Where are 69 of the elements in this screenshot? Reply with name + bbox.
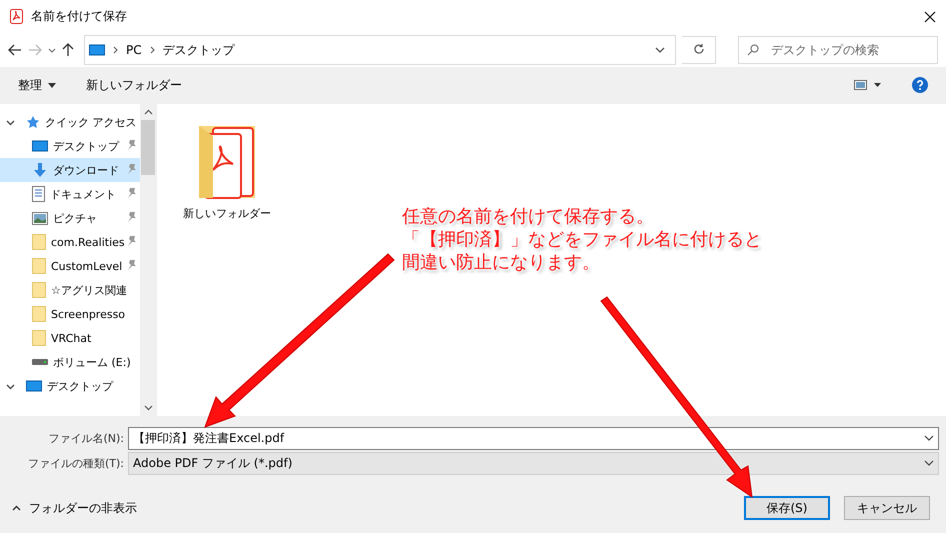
address-bar[interactable]: PC デスクトップ — [84, 35, 676, 65]
pin-icon[interactable] — [126, 139, 137, 151]
monitor-icon — [89, 44, 105, 56]
search-field[interactable]: デスクトップの検索 — [738, 36, 938, 64]
view-options-icon[interactable] — [854, 80, 882, 90]
annotation-text: 「【押印済】」などをファイル名に付けると — [402, 228, 762, 251]
pin-icon[interactable] — [126, 187, 137, 199]
nav-item[interactable]: ボリューム (E:) — [0, 350, 140, 374]
nav-item[interactable]: ダウンロード — [0, 158, 140, 182]
folder-icon — [32, 234, 46, 250]
dropdown-chevron-icon[interactable] — [924, 435, 934, 441]
nav-item[interactable]: Screenpresso — [0, 302, 140, 326]
up-button[interactable] — [62, 43, 74, 57]
refresh-button[interactable] — [682, 36, 716, 64]
organize-menu-button[interactable]: 整理 — [18, 76, 56, 94]
drive-icon — [32, 358, 48, 366]
help-icon[interactable] — [912, 77, 928, 93]
cancel-button[interactable]: キャンセル — [844, 496, 930, 520]
close-icon[interactable] — [924, 10, 936, 22]
nav-item[interactable]: CustomLevel — [0, 254, 140, 278]
folder-icon — [32, 282, 46, 298]
search-icon — [747, 44, 759, 56]
field-label: ファイル名(N): — [47, 430, 124, 446]
picture-icon — [32, 212, 48, 224]
hide-folders-button[interactable]: フォルダーの非表示 — [12, 500, 137, 516]
annotation-text: 任意の名前を付けて保存する。 — [402, 205, 655, 228]
pin-icon[interactable] — [126, 235, 137, 247]
scroll-up-icon[interactable] — [144, 109, 152, 115]
nav-item[interactable]: クイック アクセス — [0, 110, 140, 134]
pin-icon[interactable] — [126, 211, 137, 223]
star-icon — [26, 115, 40, 129]
back-button[interactable] — [8, 44, 22, 56]
breadcrumb[interactable]: PC — [126, 43, 142, 57]
dropdown-chevron-icon[interactable] — [924, 460, 934, 466]
pdf-app-icon — [10, 9, 23, 24]
document-icon — [32, 186, 45, 202]
folder-icon — [32, 306, 46, 322]
breadcrumb[interactable]: デスクトップ — [162, 42, 235, 58]
annotation-text: 間違い防止になります。 — [402, 251, 601, 274]
scroll-down-icon[interactable] — [144, 405, 152, 411]
nav-item[interactable]: デスクトップ — [0, 134, 140, 158]
nav-item[interactable]: ☆アグリス関連 — [0, 278, 140, 302]
chevron-icon — [113, 46, 118, 54]
pin-icon[interactable] — [126, 259, 137, 271]
download-arrow-icon — [32, 162, 48, 178]
dropdown-chevron-icon[interactable] — [655, 47, 665, 53]
recent-dropdown-button[interactable] — [48, 48, 56, 52]
caret-icon — [48, 82, 56, 88]
chevron-icon — [150, 46, 155, 54]
nav-item[interactable]: ピクチャ — [0, 206, 140, 230]
scrollbar-thumb[interactable] — [141, 120, 155, 175]
chevron-icon[interactable] — [6, 118, 15, 126]
save-button[interactable]: 保存(S) — [744, 496, 830, 520]
chevron-icon[interactable] — [6, 382, 15, 390]
nav-item[interactable]: ドキュメント — [0, 182, 140, 206]
folder-icon — [32, 330, 46, 346]
refresh-icon — [692, 42, 704, 54]
file-name-input[interactable]: 【押印済】発注書Excel.pdf — [128, 426, 939, 450]
file-type-select[interactable]: Adobe PDF ファイル (*.pdf) — [128, 452, 939, 474]
field-label: ファイルの種類(T): — [26, 456, 124, 470]
window-title: 名前を付けて保存 — [31, 8, 128, 25]
folder-icon — [32, 258, 46, 274]
nav-item[interactable]: VRChat — [0, 326, 140, 350]
monitor-icon — [26, 380, 42, 392]
monitor-icon — [32, 140, 48, 152]
new-folder-button[interactable]: 新しいフォルダー — [86, 76, 182, 94]
nav-item[interactable]: デスクトップ — [0, 374, 140, 398]
chevron-icon — [12, 505, 21, 511]
nav-item[interactable]: com.Realities — [0, 230, 140, 254]
